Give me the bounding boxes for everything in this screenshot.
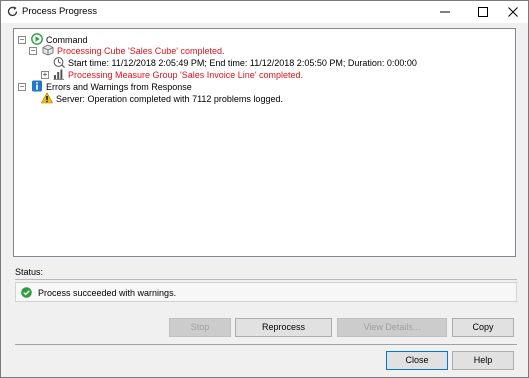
status-divider xyxy=(15,279,517,280)
expand-toggle-measure-group[interactable]: + xyxy=(41,71,49,79)
minimize-icon xyxy=(440,11,450,13)
tree-label-errors: Errors and Warnings from Response xyxy=(46,82,192,92)
warning-icon xyxy=(41,92,53,104)
chart-bars-icon xyxy=(53,69,64,80)
view-details-button[interactable]: View Details... xyxy=(337,318,447,337)
collapse-toggle-cube[interactable]: − xyxy=(29,47,37,55)
tree-label-cube: Processing Cube 'Sales Cube' completed. xyxy=(57,46,225,56)
window-title: Process Progress xyxy=(22,6,97,17)
clock-icon xyxy=(53,57,65,68)
process-progress-window: Process Progress − Command − Processing … xyxy=(0,0,529,378)
status-box: Process succeeded with warnings. xyxy=(15,282,517,302)
maximize-icon xyxy=(478,7,488,17)
tree-label-measure-group: Processing Measure Group 'Sales Invoice … xyxy=(68,70,304,80)
close-icon xyxy=(508,7,518,17)
tree-label-time: Start time: 11/12/2018 2:05:49 PM; End t… xyxy=(68,58,417,68)
maximize-button[interactable] xyxy=(466,1,500,23)
cube-icon xyxy=(42,44,54,56)
check-circle-icon xyxy=(21,287,32,298)
copy-button[interactable]: Copy xyxy=(452,318,514,337)
stop-button[interactable]: Stop xyxy=(169,318,231,337)
help-button[interactable]: Help xyxy=(452,351,514,370)
minimize-button[interactable] xyxy=(428,1,462,23)
collapse-toggle-errors[interactable]: − xyxy=(18,83,26,91)
button-divider xyxy=(15,344,517,345)
info-icon xyxy=(32,80,42,92)
progress-tree[interactable]: − Command − Processing Cube 'Sales Cube'… xyxy=(13,28,516,257)
tree-label-server: Server: Operation completed with 7112 pr… xyxy=(56,94,283,104)
refresh-icon xyxy=(7,6,18,17)
reprocess-button[interactable]: Reprocess xyxy=(235,318,332,337)
collapse-toggle-command[interactable]: − xyxy=(18,36,26,44)
status-text: Process succeeded with warnings. xyxy=(38,288,177,298)
close-button[interactable]: Close xyxy=(386,351,448,370)
title-bar[interactable]: Process Progress xyxy=(1,1,528,23)
close-window-button[interactable] xyxy=(496,1,529,23)
status-label: Status: xyxy=(15,267,44,277)
